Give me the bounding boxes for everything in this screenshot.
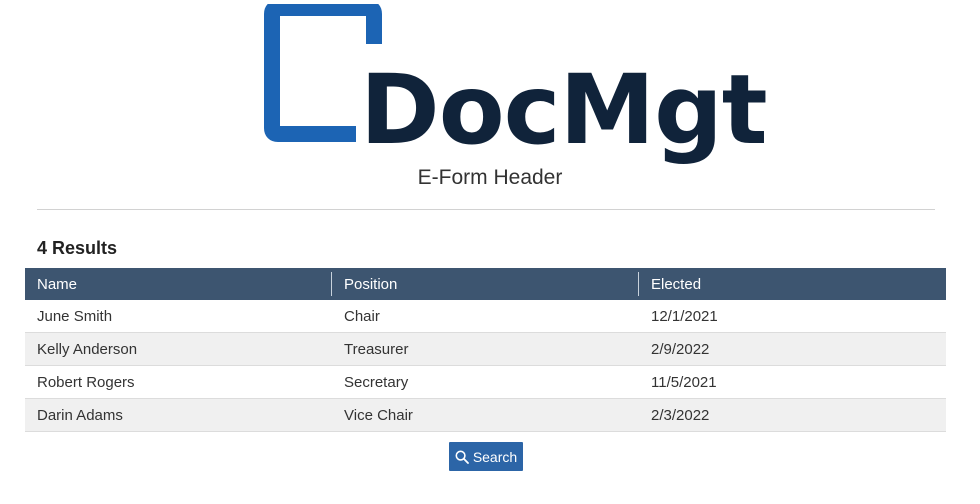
cell-elected: 11/5/2021 [639,365,946,399]
search-icon [455,449,469,464]
cell-position: Treasurer [332,332,639,366]
cell-elected: 2/3/2022 [639,398,946,432]
cell-elected: 12/1/2021 [639,300,946,333]
header-divider [37,209,935,210]
cell-position: Chair [332,300,639,333]
results-table: Name Position Elected June Smith Chair 1… [25,268,946,432]
cell-position: Secretary [332,365,639,399]
cell-name: Robert Rogers [25,365,332,399]
table-row[interactable]: Darin Adams Vice Chair 2/3/2022 [25,398,946,432]
cell-elected: 2/9/2022 [639,332,946,366]
search-button-label: Search [472,448,518,465]
table-header-row: Name Position Elected [25,268,946,300]
column-header-name[interactable]: Name [25,268,332,300]
column-header-elected[interactable]: Elected [639,268,946,300]
cell-position: Vice Chair [332,398,639,432]
table-row[interactable]: Kelly Anderson Treasurer 2/9/2022 [25,332,946,366]
cell-name: Kelly Anderson [25,332,332,366]
logo-text: DocMgt [360,54,768,166]
column-header-position[interactable]: Position [332,268,639,300]
docmgt-logo: DocMgt [264,4,768,164]
cell-name: June Smith [25,300,332,333]
page-title: E-Form Header [417,166,563,189]
results-count: 4 Results [37,238,118,258]
table-row[interactable]: Robert Rogers Secretary 11/5/2021 [25,365,946,399]
table-row[interactable]: June Smith Chair 12/1/2021 [25,300,946,333]
cell-name: Darin Adams [25,398,332,432]
search-button[interactable]: Search [449,442,523,471]
